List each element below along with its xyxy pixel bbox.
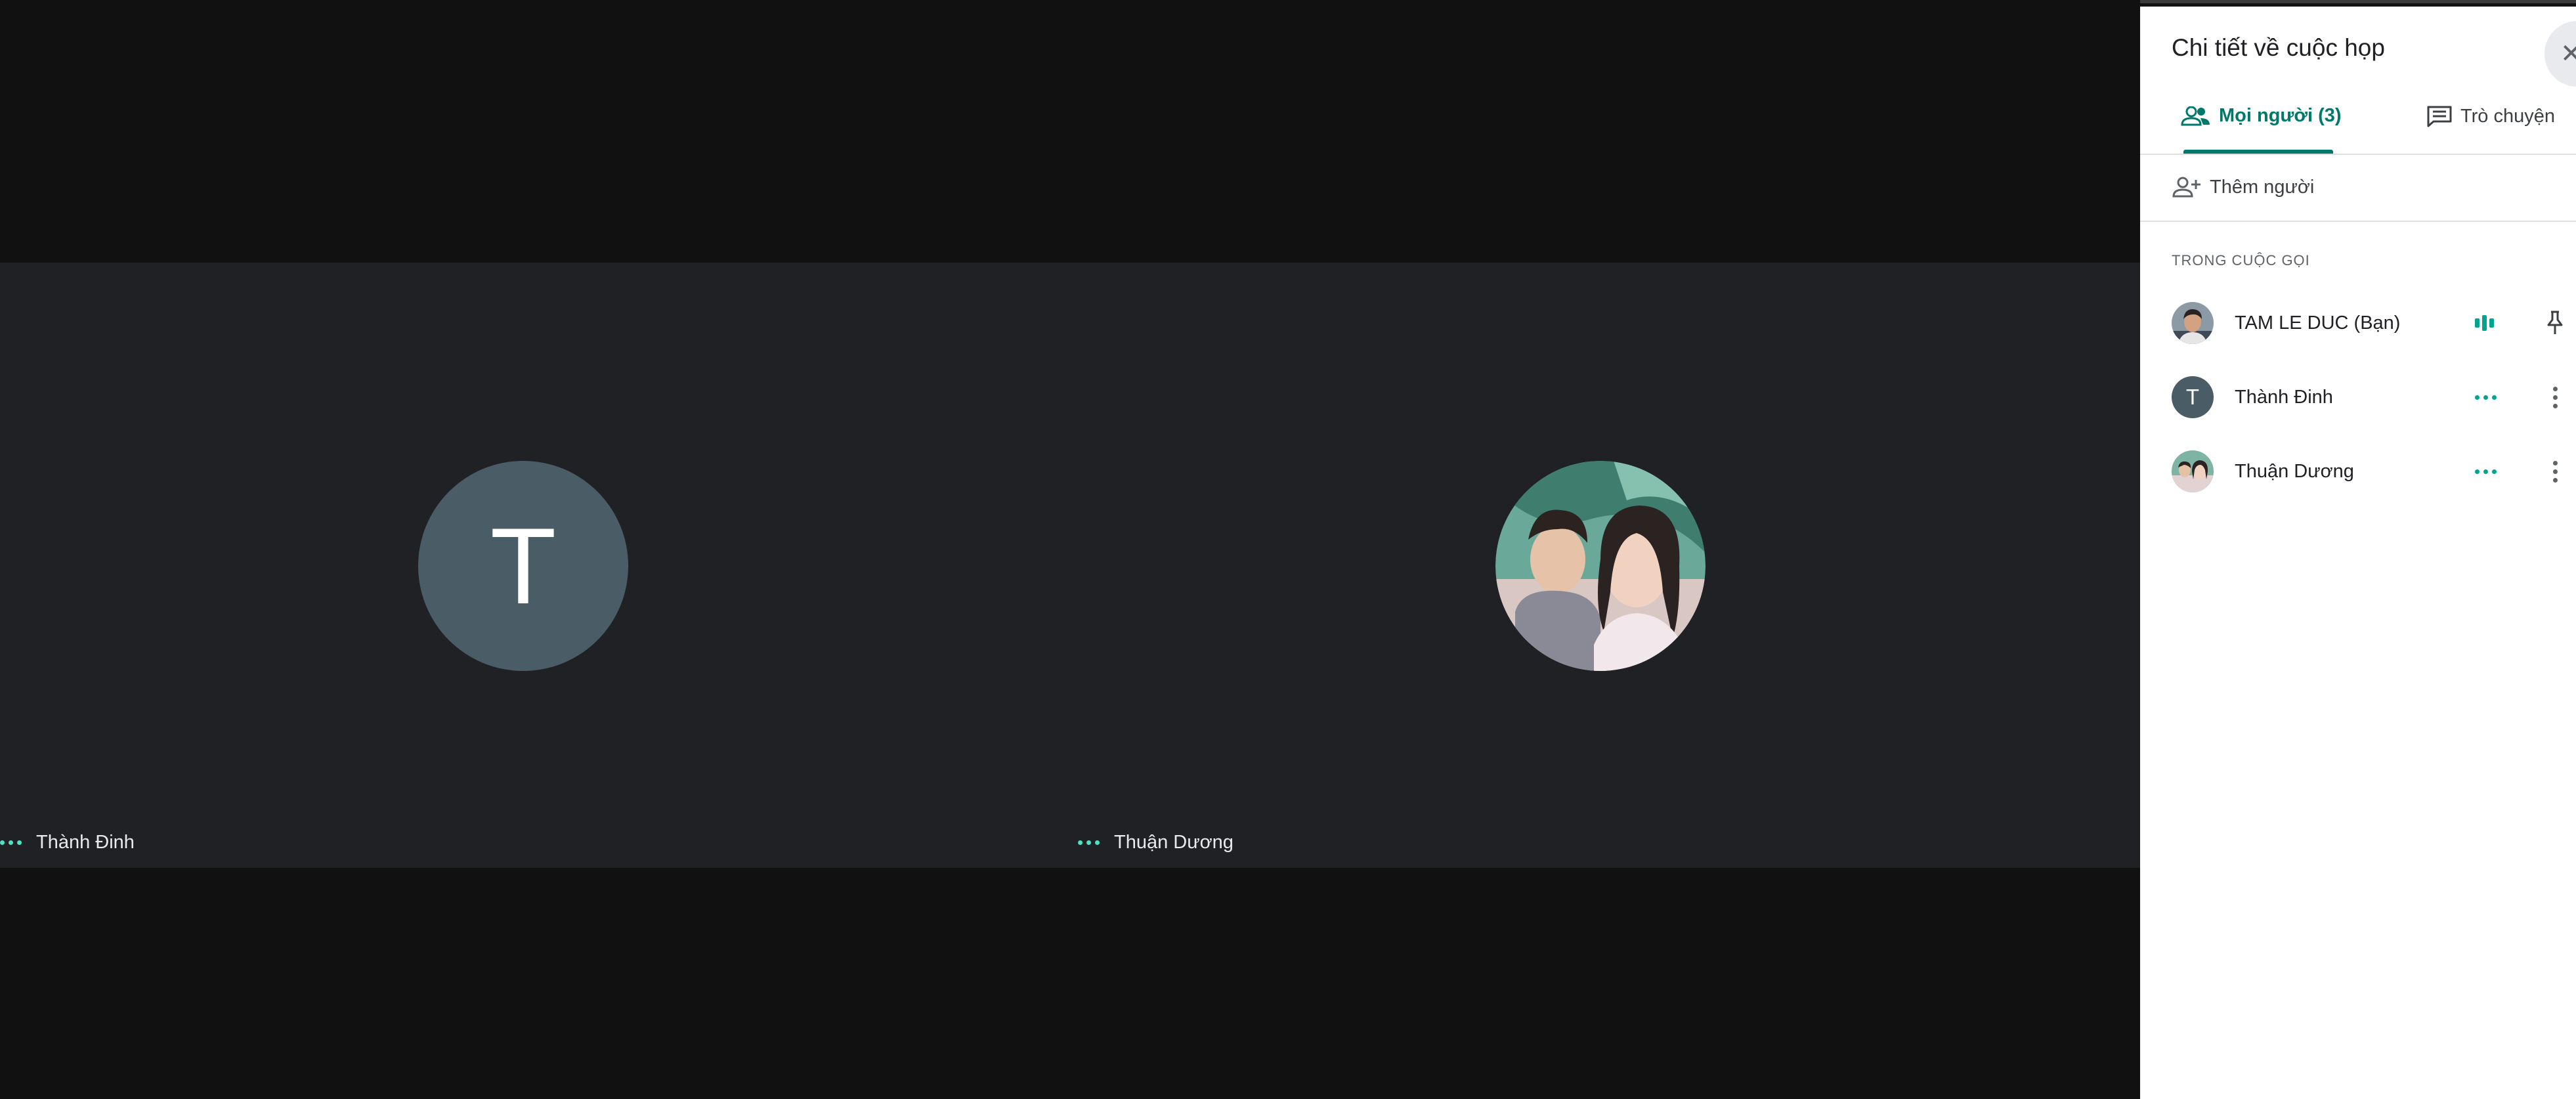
tab-chat[interactable]: Trò chuyện xyxy=(2426,105,2555,127)
people-icon xyxy=(2181,106,2210,125)
audio-level-icon xyxy=(2475,297,2494,349)
tabs-divider xyxy=(2140,154,2576,155)
avatar xyxy=(2172,302,2214,344)
close-panel-button[interactable]: ✕ xyxy=(2544,21,2576,87)
panel-title: Chi tiết về cuộc họp xyxy=(2172,34,2385,61)
participant-name-tag: Thuận Dương xyxy=(1078,832,1234,853)
more-options-button[interactable] xyxy=(2542,371,2568,423)
in-call-section-label: TRONG CUỘC GỌI xyxy=(2172,252,2310,269)
participant-name-tag: Thành Đinh xyxy=(0,832,135,853)
participant-photo-avatar xyxy=(1495,461,1706,671)
tab-people-label: Mọi người (3) xyxy=(2219,105,2342,126)
avatar-initial: T xyxy=(490,505,557,626)
avatar: T xyxy=(2172,376,2214,418)
participant-row-thanh-dinh[interactable]: T Thành Đinh xyxy=(2172,371,2576,423)
pin-button[interactable] xyxy=(2542,297,2568,349)
participant-row-tam-le-duc[interactable]: TAM LE DUC (Bạn) xyxy=(2172,297,2576,349)
speaking-dots-icon xyxy=(2475,445,2497,498)
add-people-label: Thêm người xyxy=(2210,176,2315,198)
speaking-dots-icon xyxy=(0,840,22,845)
add-people-button[interactable]: Thêm người xyxy=(2172,176,2314,198)
participant-row-thuan-duong[interactable]: Thuận Dương xyxy=(2172,445,2576,498)
more-vert-icon xyxy=(2552,460,2558,483)
more-options-button[interactable] xyxy=(2542,445,2568,498)
tab-people[interactable]: Mọi người (3) xyxy=(2181,105,2342,127)
pin-icon xyxy=(2547,311,2563,334)
profile-photo-image xyxy=(2172,450,2214,492)
tab-chat-label: Trò chuyện xyxy=(2460,105,2555,127)
meeting-details-panel: Chi tiết về cuộc họp ✕ Mọi người (3) Trò… xyxy=(2140,7,2576,1099)
couple-photo-image xyxy=(1495,461,1706,671)
avatar xyxy=(2172,450,2214,492)
participant-tile-thanh-dinh[interactable]: T Thành Đinh xyxy=(0,263,1070,868)
speaking-dots-icon xyxy=(1078,840,1100,845)
participant-tiles: T Thành Đinh Thuận Dương xyxy=(0,263,2140,868)
participant-name: Thuận Dương xyxy=(1114,832,1234,853)
participant-avatar: T xyxy=(418,461,628,671)
profile-photo-image xyxy=(2172,302,2214,344)
section-divider xyxy=(2140,221,2576,222)
chat-icon xyxy=(2427,106,2452,127)
more-vert-icon xyxy=(2552,386,2558,408)
participant-name: Thuận Dương xyxy=(2235,460,2354,482)
avatar-initial: T xyxy=(2185,385,2200,409)
participant-name: TAM LE DUC (Bạn) xyxy=(2235,312,2401,334)
participant-name: Thành Đinh xyxy=(36,832,135,853)
add-person-icon xyxy=(2172,177,2200,198)
speaking-dots-icon xyxy=(2475,371,2497,423)
participant-name: Thành Đinh xyxy=(2235,386,2333,408)
participant-tile-thuan-duong[interactable]: Thuận Dương xyxy=(1070,263,2140,868)
close-icon: ✕ xyxy=(2560,39,2576,68)
video-stage: T Thành Đinh Thuận Dương xyxy=(0,0,2140,1099)
